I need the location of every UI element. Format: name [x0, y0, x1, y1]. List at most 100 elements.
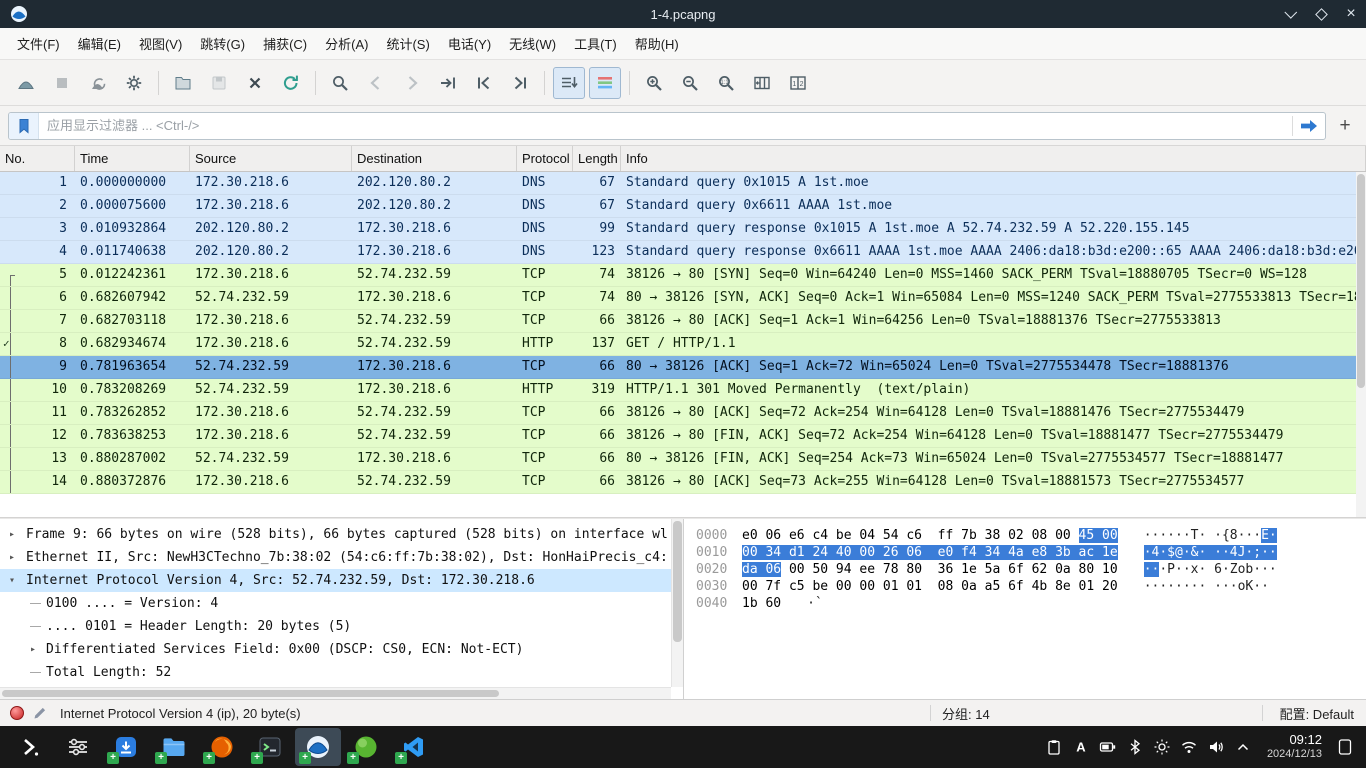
details-hscroll-thumb[interactable] — [2, 690, 499, 697]
detail-line[interactable]: ▸Differentiated Services Field: 0x00 (DS… — [0, 638, 671, 661]
reload-file-button[interactable] — [275, 67, 307, 99]
packet-row[interactable]: 70.682703118172.30.218.652.74.232.59TCP6… — [0, 310, 1366, 333]
go-to-packet-button[interactable] — [432, 67, 464, 99]
find-packet-button[interactable] — [324, 67, 356, 99]
save-file-button[interactable] — [203, 67, 235, 99]
add-filter-button[interactable]: + — [1332, 112, 1358, 140]
packet-row[interactable]: 140.880372876172.30.218.652.74.232.59TCP… — [0, 471, 1366, 494]
taskbar-app-firefox[interactable]: + — [199, 728, 245, 766]
capture-options-button[interactable] — [118, 67, 150, 99]
menu-item-a[interactable]: 分析(A) — [316, 28, 377, 59]
menu-item-y[interactable]: 电话(Y) — [439, 28, 500, 59]
open-file-button[interactable] — [167, 67, 199, 99]
apply-filter-button[interactable] — [1293, 113, 1325, 139]
detail-line[interactable]: Total Length: 52 — [0, 661, 671, 684]
menu-item-v[interactable]: 视图(V) — [130, 28, 191, 59]
expander-icon[interactable]: ▸ — [9, 546, 15, 569]
colorize-button[interactable] — [589, 67, 621, 99]
hex-row[interactable]: 001000 34 d1 24 40 00 26 06 e0 f4 34 4a … — [696, 544, 1366, 561]
tray-volume-button[interactable] — [1203, 730, 1230, 764]
packet-row[interactable]: 40.011740638202.120.80.2172.30.218.6DNS1… — [0, 241, 1366, 264]
tray-input-method-button[interactable]: A — [1068, 730, 1095, 764]
column-header-time[interactable]: Time — [75, 146, 190, 171]
packet-cell-time: 0.682703118 — [75, 310, 190, 332]
taskbar-app-kylin-assistant[interactable]: + — [343, 728, 389, 766]
restart-capture-button[interactable] — [82, 67, 114, 99]
start-capture-button[interactable] — [10, 67, 42, 99]
packet-row[interactable]: 10.000000000172.30.218.6202.120.80.2DNS6… — [0, 172, 1366, 195]
detail-line[interactable]: 0100 .... = Version: 4 — [0, 592, 671, 615]
taskbar-app-task-view[interactable] — [55, 728, 101, 766]
go-back-button[interactable] — [360, 67, 392, 99]
column-header-length[interactable]: Length — [573, 146, 621, 171]
menu-item-e[interactable]: 编辑(E) — [69, 28, 130, 59]
display-columns-button[interactable]: 12 — [782, 67, 814, 99]
detail-line[interactable]: .... 0101 = Header Length: 20 bytes (5) — [0, 615, 671, 638]
expander-icon[interactable]: ▾ — [9, 569, 15, 592]
packet-row[interactable]: 30.010932864202.120.80.2172.30.218.6DNS9… — [0, 218, 1366, 241]
expander-icon[interactable]: ▸ — [9, 523, 15, 546]
packet-row[interactable]: 8✓0.682934674172.30.218.652.74.232.59HTT… — [0, 333, 1366, 356]
detail-line[interactable]: ▸Frame 9: 66 bytes on wire (528 bits), 6… — [0, 523, 671, 546]
hex-row[interactable]: 0000e0 06 e6 c4 be 04 54 c6 ff 7b 38 02 … — [696, 527, 1366, 544]
tray-clipboard-button[interactable] — [1041, 730, 1068, 764]
tray-wifi-button[interactable] — [1176, 730, 1203, 764]
normal-size-button[interactable]: 1:1 — [710, 67, 742, 99]
close-file-button[interactable] — [239, 67, 271, 99]
hex-row[interactable]: 0020da 06 00 50 94 ee 78 80 36 1e 5a 6f … — [696, 561, 1366, 578]
packet-row[interactable]: 60.68260794252.74.232.59172.30.218.6TCP7… — [0, 287, 1366, 310]
menu-item-w[interactable]: 无线(W) — [500, 28, 565, 59]
detail-line[interactable]: ▸Ethernet II, Src: NewH3CTechno_7b:38:02… — [0, 546, 671, 569]
details-vscroll-thumb[interactable] — [673, 521, 682, 642]
detail-line[interactable]: ▾Internet Protocol Version 4, Src: 52.74… — [0, 569, 671, 592]
taskbar-app-file-manager[interactable]: + — [151, 728, 197, 766]
packet-row[interactable]: 100.78320826952.74.232.59172.30.218.6HTT… — [0, 379, 1366, 402]
capture-comment-button[interactable] — [32, 705, 48, 721]
menu-item-g[interactable]: 跳转(G) — [191, 28, 254, 59]
taskbar-app-vscode[interactable]: + — [391, 728, 437, 766]
menu-item-c[interactable]: 捕获(C) — [254, 28, 316, 59]
column-header-source[interactable]: Source — [190, 146, 352, 171]
taskbar-app-terminal[interactable]: + — [247, 728, 293, 766]
packet-row[interactable]: 90.78196365452.74.232.59172.30.218.6TCP6… — [0, 356, 1366, 379]
taskbar-app-launcher[interactable] — [7, 728, 53, 766]
packet-row[interactable]: 130.88028700252.74.232.59172.30.218.6TCP… — [0, 448, 1366, 471]
menu-item-f[interactable]: 文件(F) — [8, 28, 69, 59]
packet-row[interactable]: 20.000075600172.30.218.6202.120.80.2DNS6… — [0, 195, 1366, 218]
tray-expand-button[interactable] — [1230, 730, 1257, 764]
menu-item-s[interactable]: 统计(S) — [377, 28, 438, 59]
expert-info-button[interactable] — [10, 706, 24, 720]
packet-row[interactable]: 50.012242361172.30.218.652.74.232.59TCP7… — [0, 264, 1366, 287]
tray-brightness-button[interactable] — [1149, 730, 1176, 764]
first-packet-button[interactable] — [468, 67, 500, 99]
menu-item-h[interactable]: 帮助(H) — [626, 28, 688, 59]
go-forward-button[interactable] — [396, 67, 428, 99]
column-header-destination[interactable]: Destination — [352, 146, 517, 171]
column-header-info[interactable]: Info — [621, 146, 1366, 171]
stop-capture-button[interactable] — [46, 67, 78, 99]
auto-scroll-button[interactable] — [553, 67, 585, 99]
tray-battery-button[interactable] — [1095, 730, 1122, 764]
last-packet-button[interactable] — [504, 67, 536, 99]
menu-bar: 文件(F)编辑(E)视图(V)跳转(G)捕获(C)分析(A)统计(S)电话(Y)… — [0, 28, 1366, 60]
packet-list-scroll-thumb[interactable] — [1357, 174, 1365, 388]
taskbar-clock[interactable]: 09:12 2024/12/13 — [1267, 733, 1322, 761]
tray-bluetooth-button[interactable] — [1122, 730, 1149, 764]
taskbar-app-software-center[interactable]: + — [103, 728, 149, 766]
taskbar-app-wireshark[interactable]: + — [295, 728, 341, 766]
column-header-protocol[interactable]: Protocol — [517, 146, 573, 171]
zoom-out-button[interactable] — [674, 67, 706, 99]
display-filter-input[interactable] — [39, 118, 1292, 133]
status-profile[interactable]: 配置: Default — [1280, 704, 1354, 723]
menu-item-t[interactable]: 工具(T) — [565, 28, 626, 59]
packet-row[interactable]: 110.783262852172.30.218.652.74.232.59TCP… — [0, 402, 1366, 425]
filter-bookmark-button[interactable] — [9, 113, 39, 139]
notification-panel-button[interactable] — [1332, 730, 1358, 764]
packet-row[interactable]: 120.783638253172.30.218.652.74.232.59TCP… — [0, 425, 1366, 448]
hex-row[interactable]: 00401b 60·` — [696, 595, 1366, 612]
zoom-in-button[interactable] — [638, 67, 670, 99]
resize-columns-button[interactable] — [746, 67, 778, 99]
expander-icon[interactable]: ▸ — [30, 638, 36, 661]
hex-row[interactable]: 003000 7f c5 be 00 00 01 01 08 0a a5 6f … — [696, 578, 1366, 595]
column-header-no[interactable]: No. — [0, 146, 75, 171]
